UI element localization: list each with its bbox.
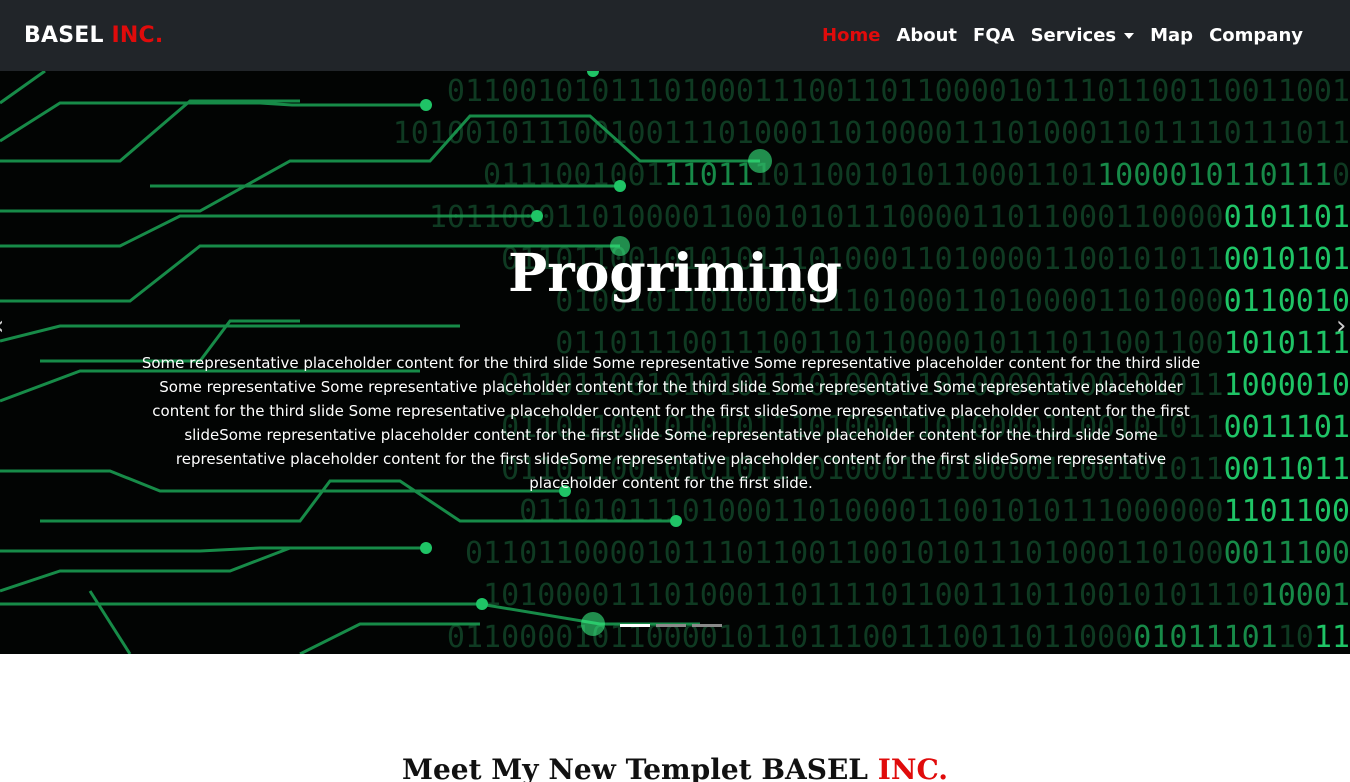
nav-services-label: Services: [1030, 25, 1117, 46]
nav-map[interactable]: Map: [1142, 25, 1201, 46]
brand-name: BASEL: [24, 23, 104, 48]
brand-logo[interactable]: BASEL INC.: [24, 23, 163, 48]
carousel-indicators: [620, 624, 722, 627]
nav-company[interactable]: Company: [1201, 25, 1311, 46]
section-title-text: Meet My New Templet BASEL: [402, 753, 868, 782]
nav-about[interactable]: About: [888, 25, 965, 46]
navbar: BASEL INC. Home About FQA Services Map C…: [0, 0, 1350, 71]
hero-carousel: 0110010101110100011100110110000101110110…: [0, 71, 1350, 654]
section-title: Meet My New Templet BASEL INC.: [0, 753, 1350, 782]
chevron-right-icon[interactable]: ›: [1336, 311, 1350, 341]
nav-menu: Home About FQA Services Map Company: [814, 25, 1326, 46]
nav-home[interactable]: Home: [814, 25, 888, 46]
caret-down-icon: [1124, 32, 1135, 39]
nav-services-dropdown[interactable]: Services: [1023, 25, 1143, 46]
brand-accent: INC.: [111, 23, 164, 48]
section-title-accent: INC.: [877, 753, 948, 782]
carousel-indicator-3[interactable]: [692, 624, 722, 627]
hero-description: Some representative placeholder content …: [141, 354, 1201, 492]
carousel-indicator-1[interactable]: [620, 624, 650, 627]
nav-fqa[interactable]: FQA: [965, 25, 1023, 46]
hero-title: Progriming: [508, 243, 842, 304]
chevron-left-icon[interactable]: ‹: [0, 311, 14, 341]
carousel-indicator-2[interactable]: [656, 624, 686, 627]
